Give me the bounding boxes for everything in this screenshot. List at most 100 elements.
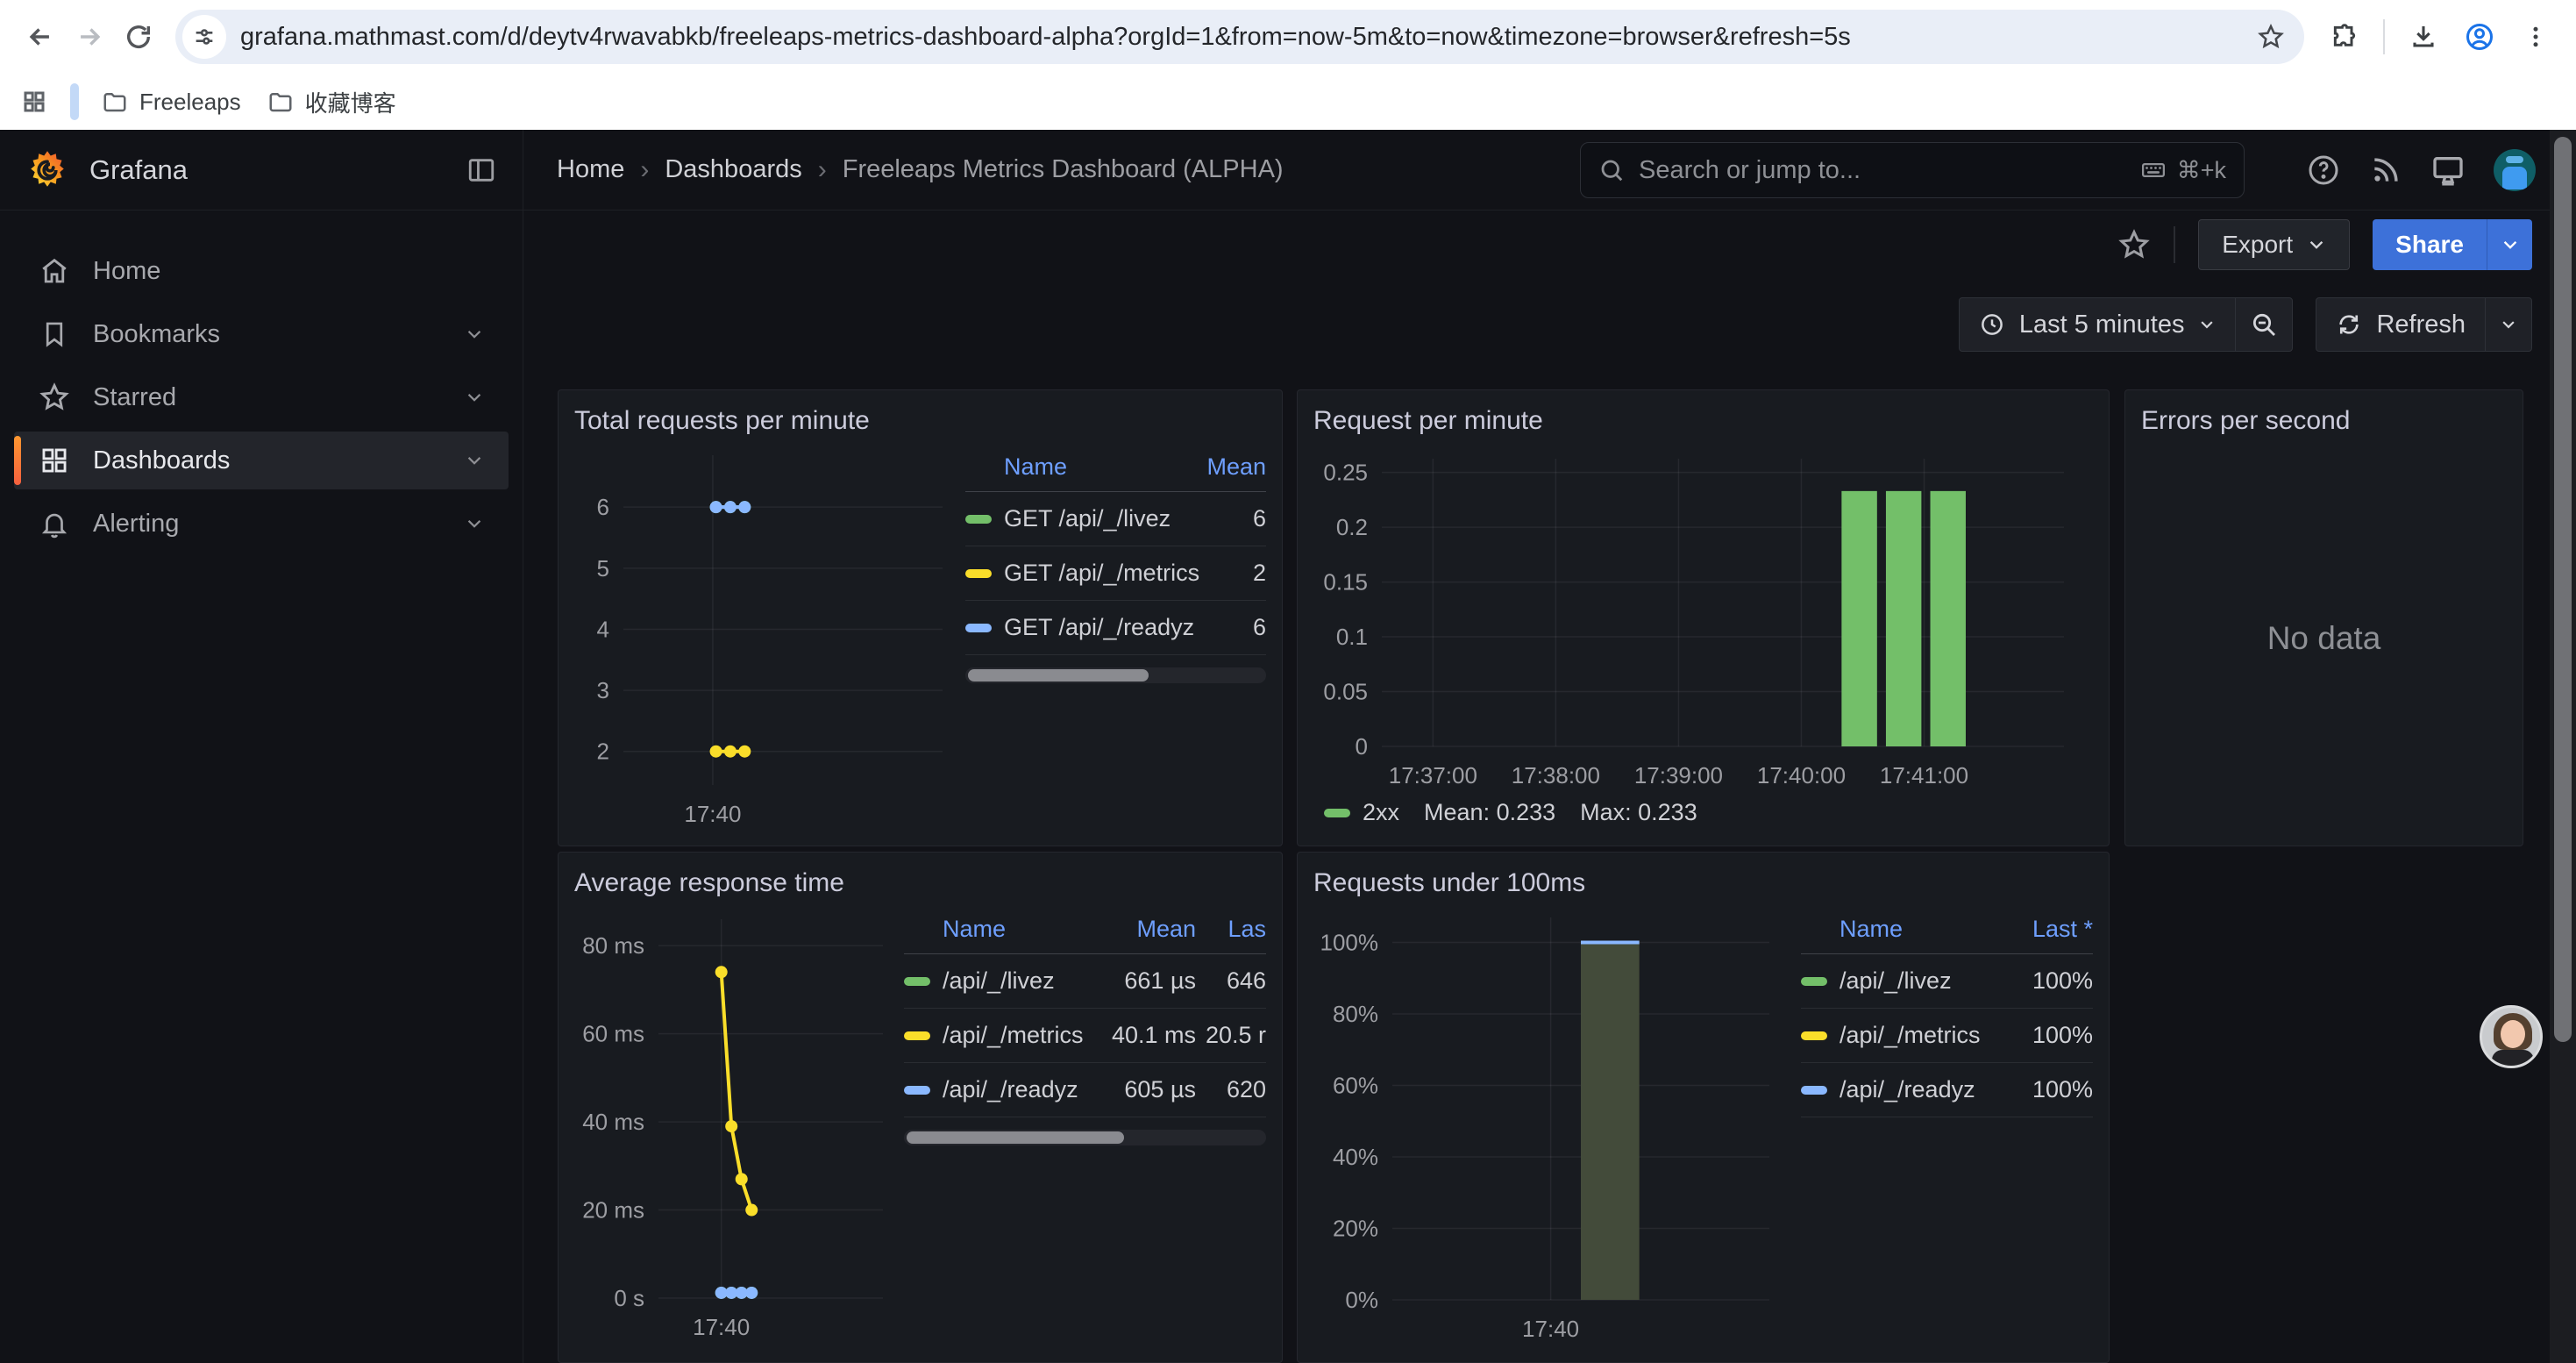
kiosk-mode-button[interactable] [2430,153,2466,188]
sidebar-item-alerting[interactable]: Alerting [14,495,509,553]
share-menu-button[interactable] [2487,219,2532,270]
bookmark-folder[interactable]: Freeleaps [102,86,241,118]
assistant-avatar-widget[interactable] [2480,1005,2543,1068]
chart-legend[interactable]: 2xx Mean: 0.233 Max: 0.233 [1313,796,2093,826]
series-swatch [904,1031,930,1040]
search-input[interactable]: Search or jump to... ⌘+k [1580,142,2245,198]
refresh-button[interactable]: Refresh [2316,298,2485,351]
legend-horizontal-scrollbar[interactable] [965,667,1266,683]
panel-title[interactable]: Average response time [574,863,1266,903]
legend-series-name[interactable]: /api/_/metrics [1801,1022,1992,1049]
bookmark-folder[interactable]: 收藏博客 [267,86,396,118]
legend-value: 40.1 ms [1104,1022,1196,1049]
legend-series-name[interactable]: /api/_/metrics [904,1022,1104,1049]
browser-menu-button[interactable] [2511,12,2560,61]
page-scrollbar[interactable] [2550,130,2576,1363]
legend-series-name[interactable]: GET /api/_/livez [965,505,1205,532]
legend-series-name[interactable]: /api/_/readyz [904,1076,1104,1103]
user-avatar[interactable] [2494,149,2536,191]
panel-title[interactable]: Total requests per minute [574,401,1266,441]
shortcut-label: ⌘+k [2177,157,2226,184]
help-button[interactable] [2306,153,2341,188]
legend-series-name[interactable]: /api/_/livez [1801,967,1992,995]
legend-row[interactable]: /api/_/livez100% [1801,954,2093,1009]
page-scrollbar-thumb[interactable] [2554,137,2572,1042]
legend-row[interactable]: /api/_/livez661 µs646 [904,954,1266,1009]
legend-header-las[interactable]: Las [1196,916,1266,943]
sidebar-item-dashboards[interactable]: Dashboards [14,432,509,489]
share-button[interactable]: Share [2373,219,2487,270]
url-text[interactable]: grafana.mathmast.com/d/deytv4rwavabkb/fr… [240,23,2250,52]
legend-header-name[interactable]: Name [904,916,1104,943]
svg-text:5: 5 [597,555,609,582]
breadcrumb: Home›Dashboards›Freeleaps Metrics Dashbo… [557,155,1284,185]
legend-header-mean[interactable]: Mean [1104,916,1196,943]
bookmark-star-button[interactable] [2250,23,2292,51]
legend-row[interactable]: /api/_/readyz100% [1801,1063,2093,1117]
panel-title[interactable]: Request per minute [1313,401,2093,441]
svg-text:0: 0 [1356,733,1368,760]
legend-row[interactable]: GET /api/_/metrics2 [965,546,1266,601]
sidebar-collapse-button[interactable] [466,155,496,185]
legend-series-name[interactable]: 2xx [1363,799,1399,826]
refresh-label: Refresh [2376,310,2466,339]
legend-header-row: NameMeanLas [904,910,1266,954]
zoom-out-time-button[interactable] [2235,298,2292,351]
downloads-button[interactable] [2399,12,2448,61]
svg-text:4: 4 [597,616,609,642]
profile-button[interactable] [2455,12,2504,61]
requests-under-100ms-chart[interactable]: 100%80%60%40%20%0%17:40 [1313,903,1787,1352]
chevron-down-icon [465,514,484,533]
sidebar-item-home[interactable]: Home [14,242,509,300]
legend-series-name[interactable]: /api/_/readyz [1801,1076,1992,1103]
refresh-interval-button[interactable] [2485,298,2531,351]
legend-series-name[interactable]: /api/_/livez [904,967,1104,995]
reload-button[interactable] [114,12,163,61]
series-label: /api/_/livez [1839,967,1952,995]
svg-text:100%: 100% [1320,930,1379,956]
panel-title[interactable]: Requests under 100ms [1313,863,2093,903]
svg-text:80 ms: 80 ms [582,932,644,959]
panel-request-per-minute: Request per minute 0.250.20.150.10.05017… [1297,389,2110,846]
sidebar-item-starred[interactable]: Starred [14,368,509,426]
panel-body: 6543217:40 NameMeanGET /api/_/livez6GET … [574,441,1266,835]
panel-title[interactable]: Errors per second [2141,401,2507,441]
legend-series-name[interactable]: GET /api/_/metrics [965,560,1205,587]
legend-header-mean[interactable]: Mean [1205,453,1266,481]
site-info-button[interactable] [182,15,226,59]
legend-row[interactable]: /api/_/metrics40.1 ms20.5 r [904,1009,1266,1063]
extensions-button[interactable] [2320,12,2369,61]
legend-row[interactable]: /api/_/readyz605 µs620 [904,1063,1266,1117]
news-button[interactable] [2369,153,2402,187]
series-swatch [965,569,992,578]
bookmark-icon [39,319,70,349]
favorite-dashboard-button[interactable] [2117,228,2151,261]
svg-text:0.05: 0.05 [1323,679,1368,705]
time-controls: Last 5 minutes Refresh [523,279,2576,370]
time-range-picker[interactable]: Last 5 minutes [1960,298,2236,351]
legend-header-name[interactable]: Name [965,453,1205,481]
legend-header-last *[interactable]: Last * [1992,916,2093,943]
tab-group-indicator[interactable] [70,83,79,120]
average-response-time-chart[interactable]: 80 ms60 ms40 ms20 ms0 s17:40 [574,903,890,1352]
apps-button[interactable] [21,89,47,115]
breadcrumb-item[interactable]: Dashboards [665,155,801,184]
forward-button[interactable] [65,12,114,61]
url-bar[interactable]: grafana.mathmast.com/d/deytv4rwavabkb/fr… [175,10,2304,64]
export-button[interactable]: Export [2198,219,2350,270]
svg-text:40%: 40% [1333,1144,1378,1170]
request-per-minute-chart[interactable]: 0.250.20.150.10.05017:37:0017:38:0017:39… [1313,441,2093,792]
back-button[interactable] [16,12,65,61]
total-requests-chart[interactable]: 6543217:40 [574,441,951,835]
sidebar-item-bookmarks[interactable]: Bookmarks [14,305,509,363]
legend-series-name[interactable]: GET /api/_/readyz [965,614,1205,641]
legend-row[interactable]: /api/_/metrics100% [1801,1009,2093,1063]
dashboards-grid-icon [39,446,70,475]
breadcrumb-item[interactable]: Home [557,155,624,184]
legend-row[interactable]: GET /api/_/livez6 [965,492,1266,546]
legend-horizontal-scrollbar[interactable] [904,1130,1266,1145]
series-label: /api/_/readyz [1839,1076,1975,1103]
legend-header-name[interactable]: Name [1801,916,1992,943]
breadcrumb-item[interactable]: Freeleaps Metrics Dashboard (ALPHA) [843,155,1284,184]
legend-row[interactable]: GET /api/_/readyz6 [965,601,1266,655]
